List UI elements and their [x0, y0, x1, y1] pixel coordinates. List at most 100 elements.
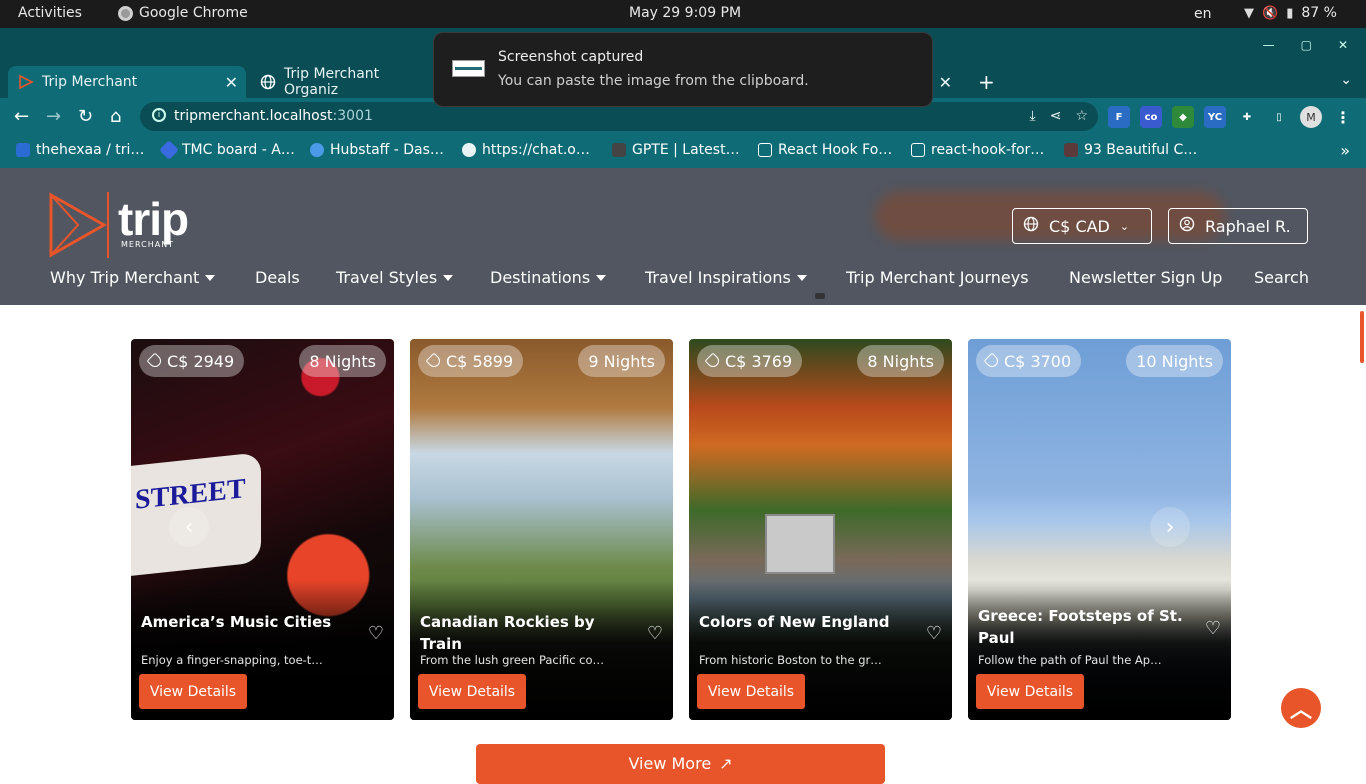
chevron-up-icon: ︿: [1289, 698, 1312, 723]
notification-body: You can paste the image from the clipboa…: [498, 73, 809, 89]
currency-selector[interactable]: C$ CAD ⌄: [1012, 208, 1152, 244]
site-info-icon[interactable]: i: [152, 108, 166, 122]
diamond-icon: [159, 140, 179, 160]
view-more-label: View More: [628, 754, 712, 773]
screenshot-notification[interactable]: Screenshot captured You can paste the im…: [433, 32, 933, 107]
heart-icon[interactable]: ♡: [368, 623, 384, 644]
trip-description: Follow the path of Paul the Ap…: [978, 653, 1162, 667]
carousel-next-icon[interactable]: ›: [1150, 507, 1190, 547]
puzzle-extensions-icon[interactable]: ✚: [1236, 106, 1258, 128]
bookmark-item[interactable]: thehexaa / tri…: [16, 142, 144, 158]
globe-icon: [260, 74, 276, 90]
nav-journeys[interactable]: Trip Merchant Journeys: [846, 268, 1029, 287]
bookmark-item[interactable]: GPTE | Latest…: [612, 142, 740, 158]
nav-travel-styles[interactable]: Travel Styles: [336, 268, 454, 287]
carousel-prev-icon[interactable]: ‹: [169, 507, 209, 547]
install-app-icon[interactable]: ⤓: [1030, 108, 1036, 124]
caret-down-icon: [796, 274, 807, 281]
view-more-button[interactable]: View More ↗: [476, 744, 885, 784]
bookmark-item[interactable]: react-hook-for…: [911, 142, 1044, 158]
heart-icon[interactable]: ♡: [1205, 618, 1221, 639]
forward-icon[interactable]: →: [46, 106, 61, 127]
trip-merchant-logo[interactable]: trip MERCHANT: [48, 192, 208, 258]
bookmark-item[interactable]: React Hook Fo…: [758, 142, 892, 158]
trip-description: From historic Boston to the gr…: [699, 653, 882, 667]
minimize-icon[interactable]: —: [1263, 38, 1275, 52]
close-tab-icon[interactable]: ✕: [225, 73, 238, 92]
system-tray[interactable]: ▼ 🔇 ▮ 87 %: [1244, 5, 1337, 21]
logo-arrow-icon: [49, 192, 109, 258]
menu-kebab-icon[interactable]: ⋮: [1332, 106, 1354, 128]
tab-trip-merchant[interactable]: Trip Merchant ✕: [8, 66, 246, 98]
bookmark-item[interactable]: https://chat.o…: [462, 142, 590, 158]
home-icon[interactable]: ⌂: [110, 106, 121, 127]
trip-card[interactable]: › C$ 3700 10 Nights Greece: Footsteps of…: [968, 339, 1231, 720]
nav-destinations[interactable]: Destinations: [490, 268, 607, 287]
bookmark-item[interactable]: 93 Beautiful C…: [1064, 142, 1197, 158]
user-menu-button[interactable]: Raphael R.: [1168, 208, 1308, 244]
maximize-icon[interactable]: ▢: [1301, 38, 1312, 52]
tripmerchant-favicon-icon: [18, 74, 34, 90]
site-header: trip MERCHANT C$ CAD ⌄ Raphael R. Why Tr…: [0, 168, 1366, 305]
omnibox-actions: ⤓ ⋖ ☆: [1030, 108, 1089, 124]
extension-f-icon[interactable]: F: [1108, 106, 1130, 128]
price-badge: C$ 2949: [139, 345, 245, 377]
trip-card[interactable]: C$ 5899 9 Nights Canadian Rockies by Tra…: [410, 339, 673, 720]
page-icon: [758, 143, 772, 157]
view-details-button[interactable]: View Details: [139, 674, 247, 709]
gpte-icon: [612, 143, 626, 157]
hubstaff-icon: [310, 143, 324, 157]
side-panel-icon[interactable]: ▯: [1268, 106, 1290, 128]
close-window-icon[interactable]: ✕: [1338, 38, 1348, 52]
scrollbar-thumb[interactable]: [1360, 311, 1364, 363]
price-tag-icon: [146, 352, 164, 370]
nights-badge: 10 Nights: [1126, 345, 1223, 377]
extension-yc-icon[interactable]: YC: [1204, 106, 1226, 128]
bitbucket-icon: [16, 143, 30, 157]
profile-avatar[interactable]: M: [1300, 106, 1322, 128]
system-top-bar: Activities Google Chrome May 29 9:09 PM …: [0, 0, 1366, 28]
app-menu[interactable]: Google Chrome: [118, 5, 248, 21]
tab-trip-merchant-org[interactable]: Trip Merchant Organiz: [250, 66, 440, 98]
page-scrollbar[interactable]: [1358, 305, 1366, 768]
nav-deals[interactable]: Deals: [255, 268, 300, 287]
scroll-to-top-button[interactable]: ︿: [1281, 688, 1321, 728]
nav-search[interactable]: Search: [1254, 268, 1309, 287]
extensions-bar: F co ◆ YC ✚ ▯ M ⋮: [1108, 106, 1354, 128]
trip-title: Canadian Rockies by Train: [420, 613, 595, 653]
url-text: tripmerchant.localhost:3001: [174, 108, 373, 124]
extension-co-icon[interactable]: co: [1140, 106, 1162, 128]
view-details-button[interactable]: View Details: [697, 674, 805, 709]
heart-icon[interactable]: ♡: [926, 623, 942, 644]
tab-search-chevron-icon[interactable]: ⌄: [1340, 72, 1352, 88]
view-details-button[interactable]: View Details: [418, 674, 526, 709]
logo-word: trip: [118, 193, 189, 245]
reload-icon[interactable]: ↻: [78, 106, 93, 127]
share-icon[interactable]: ⋖: [1050, 108, 1062, 124]
trip-card[interactable]: C$ 3769 8 Nights Colors of New England ♡…: [689, 339, 952, 720]
nav-newsletter[interactable]: Newsletter Sign Up: [1069, 268, 1222, 287]
activities-button[interactable]: Activities: [18, 5, 82, 21]
heart-icon[interactable]: ♡: [647, 623, 663, 644]
extension-shield-icon[interactable]: ◆: [1172, 106, 1194, 128]
bookmark-item[interactable]: TMC board - A…: [159, 140, 295, 160]
view-details-button[interactable]: View Details: [976, 674, 1084, 709]
trip-card[interactable]: STREET ‹ C$ 2949 8 Nights America’s Musi…: [131, 339, 394, 720]
chrome-icon: [118, 5, 133, 21]
bookmark-star-icon[interactable]: ☆: [1075, 108, 1088, 124]
trip-title: America’s Music Cities: [141, 613, 332, 631]
nav-travel-inspirations[interactable]: Travel Inspirations: [645, 268, 807, 287]
tab-close-hidden[interactable]: ✕: [930, 66, 960, 98]
close-tab-icon[interactable]: ✕: [939, 73, 952, 92]
language-indicator[interactable]: en: [1194, 6, 1212, 22]
caret-down-icon: [596, 274, 607, 281]
clock[interactable]: May 29 9:09 PM: [629, 5, 741, 21]
new-tab-icon[interactable]: +: [978, 70, 995, 94]
nav-why-trip-merchant[interactable]: Why Trip Merchant: [50, 268, 216, 287]
battery-level: 87 %: [1301, 5, 1337, 21]
caret-down-icon: [443, 274, 454, 281]
bookmark-item[interactable]: Hubstaff - Das…: [310, 142, 444, 158]
nights-badge: 8 Nights: [857, 345, 944, 377]
back-icon[interactable]: ←: [14, 106, 29, 127]
more-bookmarks-icon[interactable]: »: [1340, 141, 1350, 160]
